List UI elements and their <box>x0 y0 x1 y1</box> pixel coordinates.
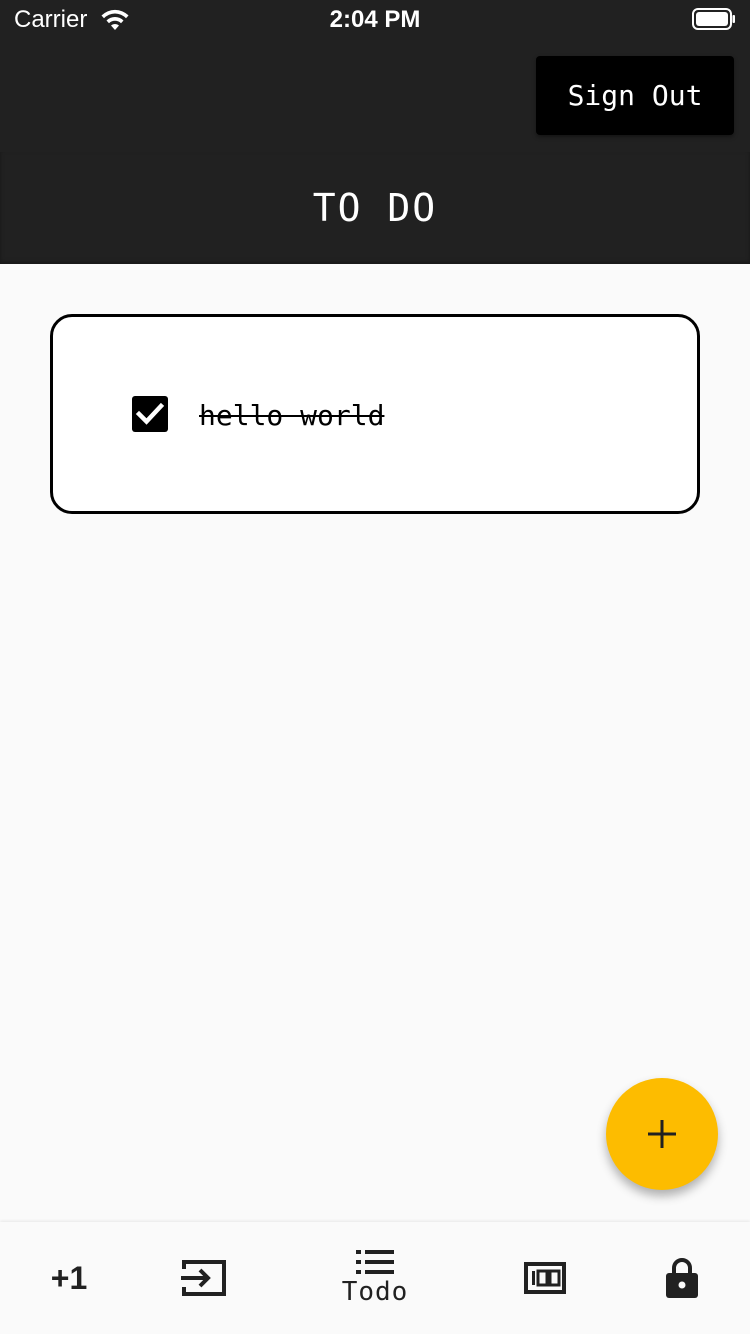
plus-one-icon: +1 <box>50 1259 88 1296</box>
battery-icon <box>692 8 735 30</box>
list-icon <box>356 1250 394 1274</box>
nav-item-label: Todo <box>341 1277 409 1307</box>
todo-checkbox[interactable] <box>132 396 168 432</box>
bottom-navigation: +1 Todo <box>0 1222 750 1334</box>
page-title: TO DO <box>0 152 750 264</box>
sign-out-button[interactable]: Sign Out <box>536 56 734 135</box>
app-bar: Sign Out <box>0 40 750 152</box>
todo-card: hello world <box>50 314 700 514</box>
nav-item-counter[interactable] <box>485 1222 605 1334</box>
plus-icon <box>648 1120 676 1148</box>
add-todo-button[interactable] <box>606 1078 718 1190</box>
status-bar: Carrier 2:04 PM <box>0 0 750 40</box>
checkmark-icon <box>135 402 165 425</box>
lock-icon <box>666 1258 698 1298</box>
nav-item-input[interactable] <box>144 1222 264 1334</box>
counter-100-icon <box>524 1262 566 1294</box>
status-time: 2:04 PM <box>329 6 421 33</box>
nav-item-plus-one[interactable]: +1 <box>9 1222 129 1334</box>
nav-item-lock[interactable] <box>622 1222 742 1334</box>
nav-item-todo[interactable]: Todo <box>315 1222 435 1334</box>
todo-item-text[interactable]: hello world <box>199 399 384 432</box>
input-icon <box>181 1260 226 1296</box>
